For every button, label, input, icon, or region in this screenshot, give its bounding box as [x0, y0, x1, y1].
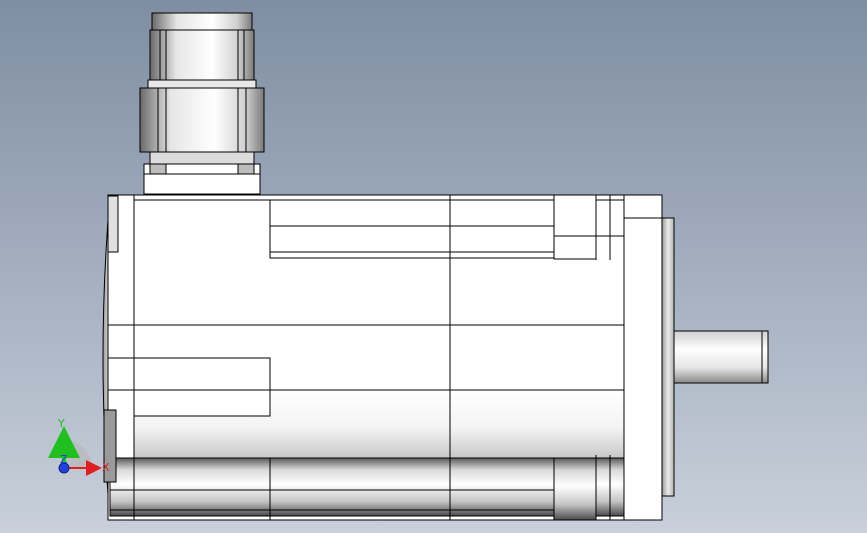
z-axis-label: Z [60, 453, 68, 466]
x-axis-label: X [102, 461, 110, 474]
servo-motor-side-view[interactable]: X Y Z [0, 0, 867, 533]
connector-housing[interactable] [139, 12, 265, 195]
flange-plate [661, 217, 675, 497]
connector-neck [149, 151, 255, 165]
output-shaft[interactable] [673, 330, 769, 384]
connector-lower-body [139, 87, 265, 153]
triad-base-quadrant [64, 440, 92, 468]
cad-viewport[interactable]: X Y Z [0, 0, 867, 533]
connector-ring [147, 79, 257, 89]
front-flange[interactable] [623, 194, 675, 521]
shaft-cylinder [673, 330, 769, 384]
connector-cap [151, 12, 253, 32]
bottom-rod [109, 457, 625, 517]
flange-step [623, 194, 663, 521]
axis-triad[interactable]: X Y Z [48, 417, 110, 476]
y-axis-label: Y [57, 417, 65, 430]
motor-housing[interactable] [102, 194, 663, 521]
